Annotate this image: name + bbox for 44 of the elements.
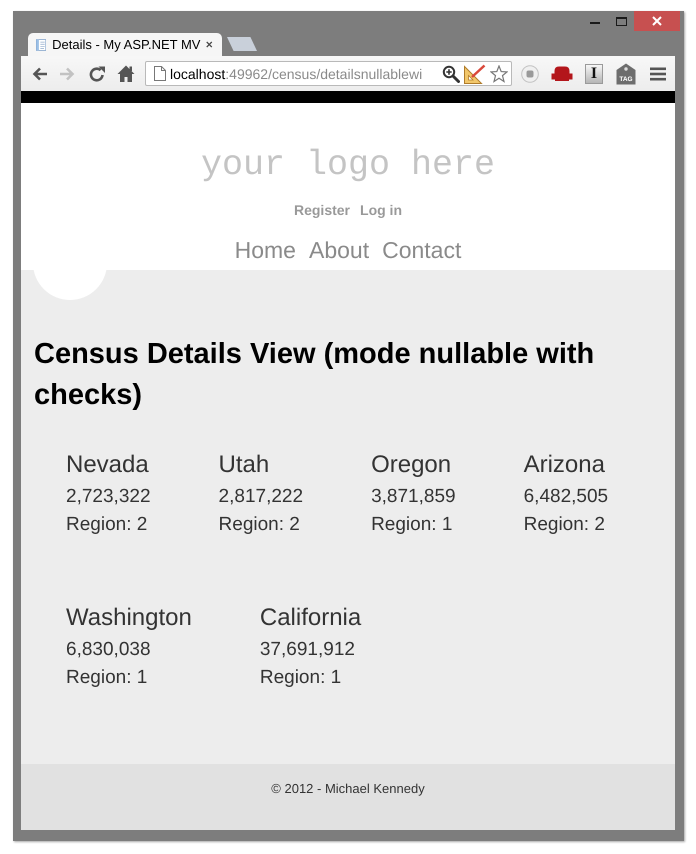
region-label: Region: 1 (260, 666, 342, 690)
nav-link[interactable]: About (308, 237, 370, 263)
population-value: 6,482,505 (524, 485, 608, 509)
population-value: 2,723,322 (66, 485, 151, 509)
reload-icon[interactable] (88, 64, 106, 82)
maximize-icon[interactable] (616, 17, 626, 26)
page-heading: Census Details View (mode nullable with checks) (34, 337, 596, 413)
state-name: Washington (66, 604, 192, 632)
letter-extension-button[interactable]: I (585, 64, 603, 84)
zoom-icon[interactable] (442, 64, 460, 82)
address-field[interactable]: localhost:49962/census/detailsnullablewi (145, 61, 512, 86)
population-value: 3,871,859 (371, 485, 456, 509)
page-icon (154, 66, 166, 81)
new-tab-button[interactable] (227, 37, 257, 51)
close-icon (652, 16, 662, 26)
region-label: Region: 1 (371, 513, 452, 537)
record-icon[interactable] (521, 64, 539, 82)
state-name: California (260, 604, 362, 632)
sofa-icon[interactable] (551, 66, 573, 81)
home-icon[interactable] (116, 65, 134, 82)
region-label: Region: 2 (66, 513, 148, 537)
account-link[interactable]: Log in (360, 202, 402, 218)
region-label: Region: 2 (218, 513, 300, 537)
nav-link[interactable]: Contact (382, 237, 462, 263)
account-link[interactable]: Register (294, 202, 350, 218)
population-value: 37,691,912 (260, 638, 355, 662)
menu-icon[interactable] (650, 66, 666, 80)
ruler-icon[interactable] (464, 64, 486, 84)
state-name: Utah (218, 451, 270, 479)
region-label: Region: 2 (524, 513, 605, 537)
document-icon (36, 36, 46, 52)
population-value: 6,830,038 (66, 638, 151, 662)
copyright-text: © 2012 - Michael Kennedy (271, 781, 425, 796)
star-icon[interactable] (490, 64, 508, 82)
logo-text: your logo here (200, 148, 496, 183)
state-name: Oregon (371, 451, 452, 479)
state-name: Arizona (524, 451, 605, 479)
population-value: 2,817,222 (218, 485, 304, 509)
nav-link[interactable]: Home (234, 237, 296, 263)
close-icon[interactable] (206, 40, 213, 49)
region-label: Region: 1 (66, 666, 148, 690)
state-name: Nevada (66, 451, 149, 479)
browser-tab[interactable]: Details - My ASP.NET MV (28, 33, 222, 56)
close-button[interactable] (634, 11, 680, 31)
